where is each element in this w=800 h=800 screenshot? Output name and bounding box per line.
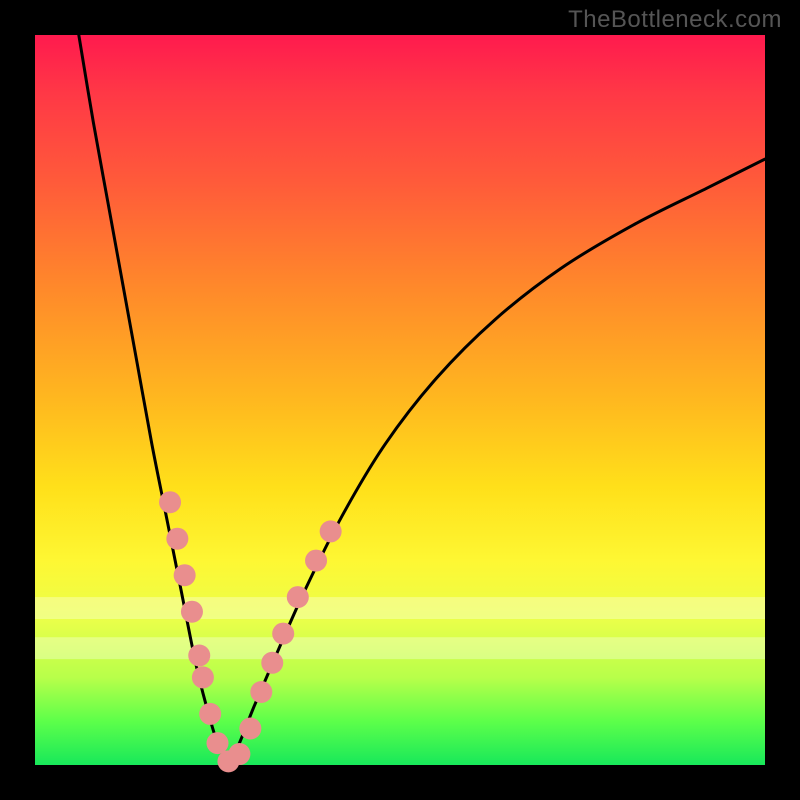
chart-svg bbox=[35, 35, 765, 765]
scatter-dot bbox=[174, 564, 196, 586]
scatter-dot bbox=[250, 681, 272, 703]
scatter-dot bbox=[305, 550, 327, 572]
scatter-dot bbox=[188, 645, 210, 667]
scatter-dot bbox=[272, 623, 294, 645]
scatter-dot bbox=[239, 718, 261, 740]
scatter-dot bbox=[166, 528, 188, 550]
scatter-dot bbox=[228, 743, 250, 765]
scatter-dot bbox=[159, 491, 181, 513]
scatter-dots-layer bbox=[159, 491, 342, 772]
scatter-dot bbox=[261, 652, 283, 674]
scatter-dot bbox=[207, 732, 229, 754]
pale-band bbox=[35, 597, 765, 619]
scatter-dot bbox=[320, 520, 342, 542]
plot-area bbox=[35, 35, 765, 765]
scatter-dot bbox=[192, 666, 214, 688]
pale-band bbox=[35, 637, 765, 659]
scatter-dot bbox=[181, 601, 203, 623]
scatter-dot bbox=[287, 586, 309, 608]
watermark-text: TheBottleneck.com bbox=[568, 6, 782, 34]
curve-right-branch bbox=[228, 159, 765, 765]
chart-frame: TheBottleneck.com bbox=[0, 0, 800, 800]
pale-bands-layer bbox=[35, 597, 765, 659]
scatter-dot bbox=[199, 703, 221, 725]
